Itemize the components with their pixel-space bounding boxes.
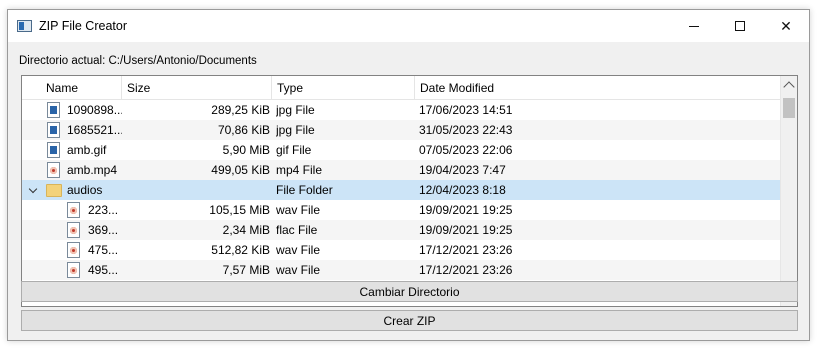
row-date: 17/06/2023 14:51 <box>419 103 513 117</box>
table-row-selected-folder[interactable]: audios File Folder 12/04/2023 8:18 <box>22 180 782 200</box>
create-zip-button[interactable]: Crear ZIP <box>21 310 798 331</box>
row-type: jpg File <box>276 103 315 117</box>
row-date: 17/12/2021 23:26 <box>419 263 513 277</box>
row-size: 499,05 KiB <box>211 163 270 177</box>
row-name: 475... <box>88 243 119 257</box>
row-name: amb.mp4 <box>67 163 118 177</box>
column-header-size[interactable]: Size <box>122 76 272 100</box>
row-name: 1090898... <box>67 103 122 117</box>
title-bar[interactable]: ZIP File Creator ✕ <box>8 10 809 42</box>
row-type: jpg File <box>276 123 315 137</box>
maximize-icon <box>735 21 745 31</box>
audio-file-icon <box>67 262 80 278</box>
row-date: 31/05/2023 22:43 <box>419 123 513 137</box>
change-directory-button[interactable]: Cambiar Directorio <box>21 281 798 302</box>
table-row[interactable]: 475... 512,82 KiB wav File 17/12/2021 23… <box>22 240 782 260</box>
row-date: 12/04/2023 8:18 <box>419 183 506 197</box>
close-icon: ✕ <box>780 17 792 34</box>
minimize-icon <box>689 25 699 27</box>
expand-toggle[interactable] <box>26 183 40 197</box>
row-date: 19/04/2023 7:47 <box>419 163 506 177</box>
maximize-button[interactable] <box>717 10 763 42</box>
audio-file-icon <box>67 222 80 238</box>
app-icon <box>17 20 32 32</box>
row-type: mp4 File <box>276 163 323 177</box>
row-date: 19/09/2021 19:25 <box>419 203 513 217</box>
media-file-icon <box>47 162 60 178</box>
scroll-thumb[interactable] <box>783 98 795 118</box>
image-file-icon <box>47 102 60 118</box>
row-size: 5,90 MiB <box>222 143 270 157</box>
row-name: 223... <box>88 203 119 217</box>
vertical-scrollbar[interactable] <box>780 76 797 306</box>
row-name: 495... <box>88 263 119 277</box>
table-row[interactable]: amb.mp4 499,05 KiB mp4 File 19/04/2023 7… <box>22 160 782 180</box>
row-name: 1685521... <box>67 123 122 137</box>
row-name: audios <box>67 183 103 197</box>
row-size: 105,15 MiB <box>209 203 270 217</box>
table-row[interactable]: 495... 7,57 MiB wav File 17/12/2021 23:2… <box>22 260 782 280</box>
tree-rows: 1090898... 289,25 KiB jpg File 17/06/202… <box>22 100 782 280</box>
minimize-button[interactable] <box>671 10 717 42</box>
folder-icon <box>46 184 62 197</box>
row-type: flac File <box>276 223 318 237</box>
tree-header: Name Size Type Date Modified <box>22 76 782 100</box>
current-directory-label: Directorio actual: C:/Users/Antonio/Docu… <box>19 55 257 67</box>
audio-file-icon <box>67 242 80 258</box>
row-size: 7,57 MiB <box>222 263 270 277</box>
client-area: Directorio actual: C:/Users/Antonio/Docu… <box>8 42 809 340</box>
row-size: 289,25 KiB <box>211 103 270 117</box>
row-type: wav File <box>276 263 321 277</box>
row-date: 19/09/2021 19:25 <box>419 223 513 237</box>
column-header-date-modified[interactable]: Date Modified <box>415 76 782 100</box>
image-file-icon <box>47 122 60 138</box>
column-header-type[interactable]: Type <box>272 76 415 100</box>
row-date: 07/05/2023 22:06 <box>419 143 513 157</box>
row-date: 17/12/2021 23:26 <box>419 243 513 257</box>
row-type: gif File <box>276 143 312 157</box>
column-header-name[interactable]: Name <box>22 76 122 100</box>
table-row[interactable]: amb.gif 5,90 MiB gif File 07/05/2023 22:… <box>22 140 782 160</box>
table-row[interactable]: 223... 105,15 MiB wav File 19/09/2021 19… <box>22 200 782 220</box>
image-file-icon <box>47 142 60 158</box>
audio-file-icon <box>67 202 80 218</box>
row-name: 369... <box>88 223 119 237</box>
scroll-up-icon[interactable] <box>783 81 795 93</box>
row-size: 512,82 KiB <box>211 243 270 257</box>
row-type: wav File <box>276 203 321 217</box>
app-window: ZIP File Creator ✕ Directorio actual: C:… <box>7 9 810 341</box>
row-type: File Folder <box>276 183 333 197</box>
table-row[interactable]: 369... 2,34 MiB flac File 19/09/2021 19:… <box>22 220 782 240</box>
row-size: 2,34 MiB <box>222 223 270 237</box>
file-tree-view[interactable]: Name Size Type Date Modified 1090898... … <box>21 75 798 307</box>
chevron-down-icon <box>28 184 38 193</box>
row-type: wav File <box>276 243 321 257</box>
table-row[interactable]: 1685521... 70,86 KiB jpg File 31/05/2023… <box>22 120 782 140</box>
close-button[interactable]: ✕ <box>763 10 809 42</box>
row-size <box>122 180 270 200</box>
row-name: amb.gif <box>67 143 107 157</box>
table-row[interactable]: 1090898... 289,25 KiB jpg File 17/06/202… <box>22 100 782 120</box>
row-size: 70,86 KiB <box>217 123 270 137</box>
window-title: ZIP File Creator <box>39 19 127 33</box>
